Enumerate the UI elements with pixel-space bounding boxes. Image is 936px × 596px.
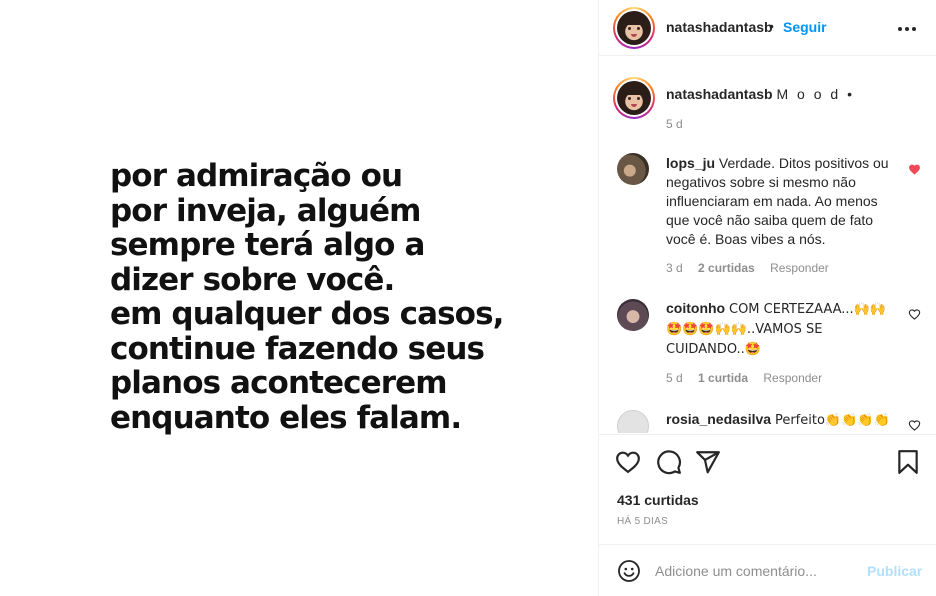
avatar[interactable]	[613, 7, 655, 49]
reply-button[interactable]: Responder	[770, 261, 829, 275]
heart-outline-icon[interactable]	[908, 419, 921, 432]
likes-count[interactable]: 431 curtidas	[617, 492, 699, 508]
quote-line: dizer sobre você.	[110, 261, 395, 298]
header-username[interactable]: natashadantasb	[666, 19, 773, 35]
post-side-panel: natashadantasb • Seguir natashadantasb M…	[598, 0, 936, 596]
heart-outline-icon[interactable]	[908, 308, 921, 321]
comment-likes-count[interactable]: 2 curtidas	[698, 261, 755, 275]
quote-line: continue fazendo seus	[110, 330, 485, 367]
comment-likes-count[interactable]: 1 curtida	[698, 371, 748, 385]
add-comment-bar: Publicar	[599, 544, 936, 596]
bookmark-icon[interactable]	[895, 449, 921, 475]
heart-icon[interactable]	[615, 449, 641, 475]
quote-line: em qualquer dos casos,	[110, 296, 504, 332]
quote-line: enquanto eles falam.	[110, 399, 462, 436]
comment-meta: 3 d 2 curtidas Responder	[666, 261, 841, 275]
comment-likes[interactable]: 1 curtida	[698, 371, 748, 385]
comment-avatar[interactable]	[617, 299, 649, 331]
publish-button[interactable]: Publicar	[867, 563, 922, 579]
caption-text: M o o d •	[776, 86, 855, 102]
comment-meta: 5 d 1 curtida Responder	[666, 371, 834, 385]
comment-likes[interactable]: 2 curtidas	[698, 261, 755, 275]
comment-username[interactable]: lops_ju	[666, 155, 715, 171]
post-header: natashadantasb • Seguir	[599, 0, 936, 56]
post-quote-text: por admiração ou por inveja, alguém semp…	[110, 159, 570, 435]
comment-username[interactable]: coitonho	[666, 300, 725, 316]
comment-input[interactable]	[655, 559, 855, 583]
quote-line: sempre terá algo a	[110, 227, 425, 263]
quote-line: por admiração ou	[110, 158, 403, 194]
emoji-icon[interactable]	[617, 559, 641, 583]
comment: lops_ju Verdade. Ditos positivos ou nega…	[666, 154, 894, 249]
heart-filled-icon[interactable]	[908, 163, 921, 176]
comment-time: 5 d	[666, 371, 683, 385]
reply-button[interactable]: Responder	[763, 371, 822, 385]
post-actions: 431 curtidas HÁ 5 DIAS	[599, 434, 936, 544]
avatar[interactable]	[613, 77, 655, 119]
share-icon[interactable]	[695, 449, 721, 475]
comment-avatar[interactable]	[617, 153, 649, 185]
caption: natashadantasb M o o d •	[666, 85, 916, 103]
comment-icon[interactable]	[656, 449, 682, 475]
comment-avatar[interactable]	[617, 410, 649, 433]
separator-dot: •	[769, 18, 774, 34]
caption-time: 5 d	[666, 117, 683, 131]
comment-text: Perfeito👏👏👏👏	[774, 413, 890, 428]
caption-username[interactable]: natashadantasb	[666, 86, 773, 102]
follow-button[interactable]: Seguir	[783, 19, 827, 35]
comment-time: 3 d	[666, 261, 683, 275]
post-date: HÁ 5 DIAS	[617, 516, 669, 527]
post-image[interactable]: por admiração ou por inveja, alguém semp…	[0, 0, 598, 596]
comment: coitonho COM CERTEZAAA...🙌🙌 🤩🤩🤩🙌🙌..VAMOS…	[666, 299, 894, 359]
quote-line: por inveja, alguém	[110, 192, 421, 229]
comment: rosia_nedasilva Perfeito👏👏👏👏	[666, 410, 894, 430]
more-horizontal-icon[interactable]	[897, 19, 917, 39]
quote-line: planos acontecerem	[110, 365, 448, 401]
comments-list[interactable]: natashadantasb M o o d • 5 d lops_ju Ver…	[599, 57, 936, 433]
comment-username[interactable]: rosia_nedasilva	[666, 411, 771, 427]
